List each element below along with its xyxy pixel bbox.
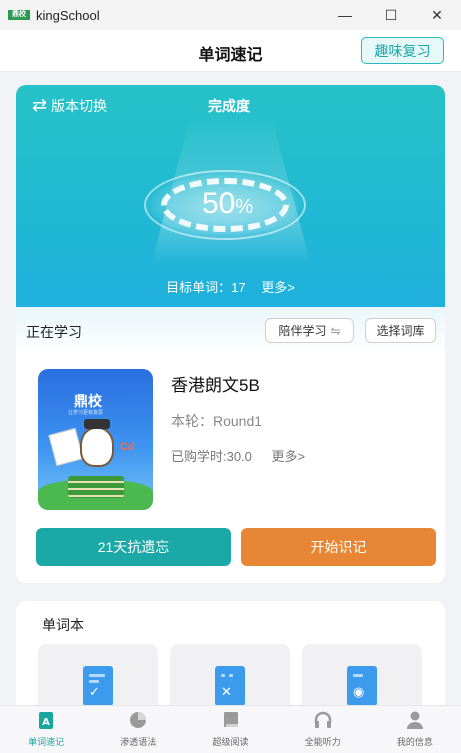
user-icon — [406, 711, 424, 729]
cover-brand: 鼎校 — [74, 393, 102, 409]
cover-books-illustration — [68, 476, 124, 498]
check-doc-icon: ✓ — [83, 666, 113, 706]
nav-item-grammar[interactable]: 渗透语法 — [92, 706, 184, 753]
nav-item-word-memorize[interactable]: A 单词速记 — [0, 706, 92, 753]
fun-review-button[interactable]: 趣味复习 — [361, 37, 444, 64]
minimize-icon: — — [338, 7, 352, 23]
headphones-icon — [314, 711, 332, 729]
target-words-label: 目标单词：17 — [166, 280, 246, 295]
completion-percent: 50% — [202, 187, 253, 221]
cover-letters-illustration: Cd — [120, 441, 135, 453]
nav-label-grammar: 渗透语法 — [120, 737, 157, 747]
word-a-icon: A — [37, 711, 55, 729]
target-more-link[interactable]: 更多> — [261, 280, 295, 295]
learning-bar: 正在学习 陪伴学习 ⇋ 选择词库 — [16, 307, 445, 355]
learning-section-label: 正在学习 — [26, 324, 82, 340]
close-button[interactable]: ✕ — [414, 0, 460, 30]
wordbook-title: 单词本 — [42, 617, 84, 633]
wordbook-card-record[interactable]: ◉ — [302, 644, 422, 714]
app-title: kingSchool — [36, 7, 100, 23]
book-icon — [222, 711, 240, 729]
nav-item-reading[interactable]: 超级阅读 — [184, 706, 276, 753]
completion-percent-value: 50 — [202, 187, 236, 220]
cover-paper-illustration — [48, 427, 84, 467]
wordbook-section: 单词本 ✓ ✕ ◉ — [16, 601, 445, 714]
app-logo: 鼎校 — [8, 10, 30, 20]
start-memorize-button[interactable]: 开始识记 — [241, 528, 436, 566]
window-titlebar: 鼎校 kingSchool — ☐ ✕ — [0, 0, 461, 30]
book-title: 香港朗文5B — [171, 376, 260, 395]
nav-label-my-info: 我的信息 — [396, 737, 433, 747]
progress-hero: ⇄ 版本切换 完成度 50% 目标单词：17 更多> — [16, 85, 445, 307]
svg-text:A: A — [42, 717, 50, 728]
cover-mascot-illustration — [80, 427, 114, 467]
switch-version-button[interactable]: ⇄ 版本切换 — [32, 95, 107, 116]
pie-chart-icon — [129, 711, 147, 729]
record-doc-icon: ◉ — [347, 666, 377, 706]
check-mark: ✓ — [89, 684, 100, 699]
cross-mark: ✕ — [221, 684, 232, 699]
record-mark: ◉ — [353, 684, 365, 699]
percent-sign: % — [235, 196, 254, 218]
book-cover[interactable]: 鼎校 让学习更有意思 Cd — [38, 369, 153, 510]
app-header: 单词速记 趣味复习 — [0, 30, 461, 72]
book-more-link[interactable]: 更多> — [272, 449, 306, 464]
minimize-button[interactable]: — — [322, 0, 368, 30]
book-card: 鼎校 让学习更有意思 Cd 香港朗文5B 本轮：Round1 已购学时:30.0… — [16, 355, 445, 583]
wrong-doc-icon: ✕ — [215, 666, 245, 706]
completion-label: 完成度 — [208, 98, 250, 114]
maximize-icon: ☐ — [384, 6, 398, 23]
purchased-hours-label: 已购学时:30.0 — [171, 449, 252, 464]
target-words-row: 目标单词：17 更多> — [16, 277, 445, 296]
nav-label-listening: 全能听力 — [304, 737, 341, 747]
cover-subtitle: 让学习更有意思 — [68, 410, 104, 416]
nav-item-listening[interactable]: 全能听力 — [277, 706, 369, 753]
purchased-hours-row: 已购学时:30.0 更多> — [171, 446, 305, 465]
switch-version-label: 版本切换 — [51, 97, 108, 114]
wordbook-card-wrong[interactable]: ✕ — [170, 644, 290, 714]
toggle-arrows-icon: ⇋ — [330, 323, 341, 338]
bottom-nav: A 单词速记 渗透语法 超级阅读 全能听力 我的信息 — [0, 705, 461, 753]
anti-forget-button[interactable]: 21天抗遗忘 — [36, 528, 231, 566]
nav-label-reading: 超级阅读 — [212, 737, 249, 747]
select-library-button[interactable]: 选择词库 — [365, 318, 436, 343]
companion-learning-label: 陪伴学习 — [278, 324, 327, 338]
nav-item-my-info[interactable]: 我的信息 — [369, 706, 461, 753]
maximize-button[interactable]: ☐ — [368, 0, 414, 30]
nav-label-word-memorize: 单词速记 — [28, 737, 65, 747]
swap-arrows-icon: ⇄ — [32, 95, 48, 115]
companion-learning-button[interactable]: 陪伴学习 ⇋ — [265, 318, 354, 343]
cover-hat-illustration — [84, 419, 110, 429]
wordbook-card-learned[interactable]: ✓ — [38, 644, 158, 714]
round-label: 本轮：Round1 — [171, 413, 263, 429]
close-icon: ✕ — [431, 6, 443, 23]
